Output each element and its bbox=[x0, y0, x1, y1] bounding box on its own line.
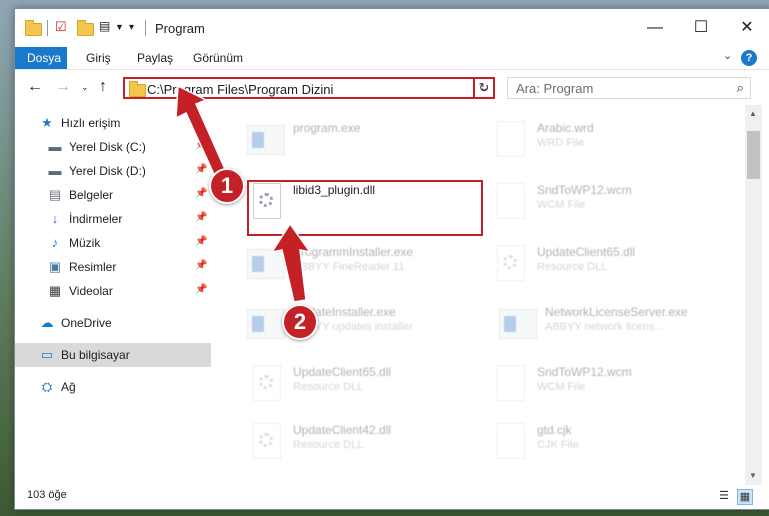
callout-badge-1: 1 bbox=[209, 168, 245, 204]
arrow-2-shape bbox=[270, 222, 312, 303]
callout-badge-2: 2 bbox=[282, 304, 318, 340]
annotation-arrows bbox=[175, 84, 312, 303]
